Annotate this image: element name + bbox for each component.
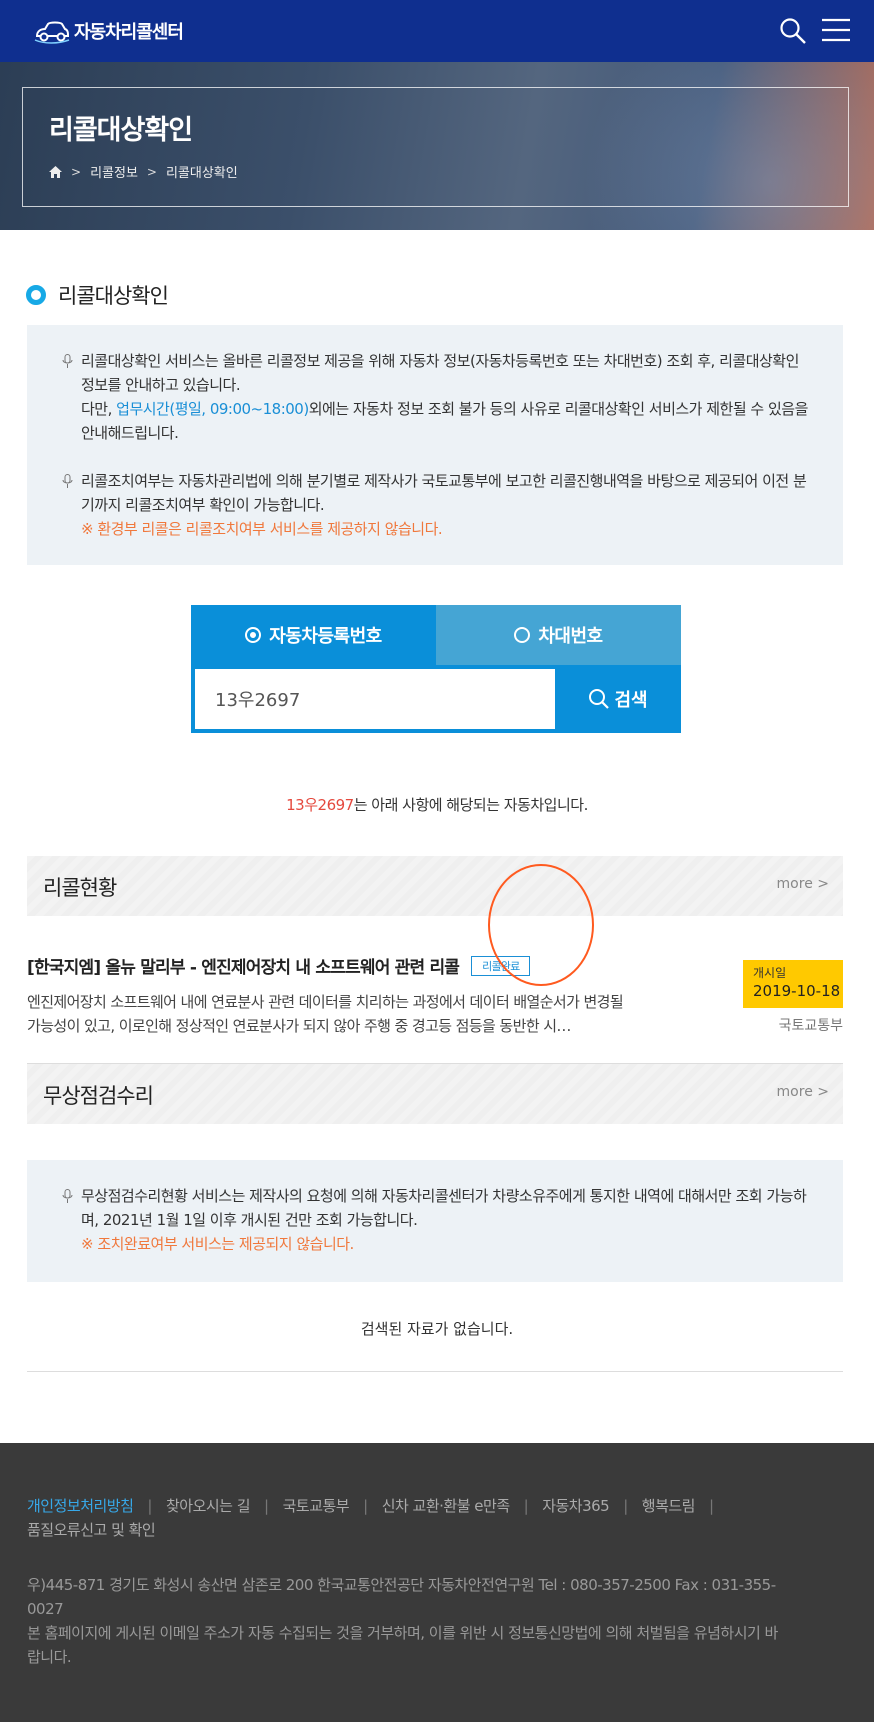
hero-banner: 리콜대상확인 > 리콜정보 > 리콜대상확인 xyxy=(0,62,874,230)
result-plate: 13우2697 xyxy=(286,796,354,814)
tab-vin[interactable]: 차대번호 xyxy=(436,605,681,665)
top-header: 자동차리콜센터 xyxy=(0,0,874,62)
footer-divider: | xyxy=(264,1497,269,1515)
info-text-3: 리콜조치여부는 자동차관리법에 의해 분기별로 제작사가 국토교통부에 보고한 … xyxy=(81,472,807,514)
info-notice: 리콜대상확인 서비스는 올바른 리콜정보 제공을 위해 자동차 정보(자동차등록… xyxy=(27,325,843,565)
date-label: 개시일 xyxy=(753,966,787,980)
footer-email-notice: 본 홈페이지에 게시된 이메일 주소가 자동 수집되는 것을 거부하며, 이를 … xyxy=(27,1624,778,1666)
hero-box: 리콜대상확인 > 리콜정보 > 리콜대상확인 xyxy=(22,87,849,207)
annotation-circle xyxy=(488,864,594,986)
breadcrumb-item-current[interactable]: 리콜대상확인 xyxy=(166,162,238,181)
breadcrumb-item-recall-info[interactable]: 리콜정보 xyxy=(90,162,138,181)
footer-divider: | xyxy=(363,1497,368,1515)
chevron-right-icon: > xyxy=(146,164,157,179)
free-inspection-title: 무상점검수리 xyxy=(43,1084,154,1108)
footer-address-text: 우)445-871 경기도 화성시 송산면 삼존로 200 한국교통안전공단 자… xyxy=(27,1576,776,1618)
free-inspection-bar: 무상점검수리 more > xyxy=(27,1064,843,1124)
empty-message: 검색된 자료가 없습니다. xyxy=(360,1320,514,1338)
footer-link-molit[interactable]: 국토교통부 xyxy=(283,1497,350,1515)
footer-link-directions[interactable]: 찾아오시는 길 xyxy=(166,1497,251,1515)
recall-item-desc: 엔진제어장치 소프트웨어 내에 연료분사 관련 데이터를 치리하는 과정에서 데… xyxy=(27,993,624,1035)
microphone-icon xyxy=(62,354,73,368)
hamburger-menu-icon[interactable] xyxy=(822,18,850,42)
footer-link-new-car-refund[interactable]: 신차 교환·환불 e만족 xyxy=(382,1497,510,1515)
chevron-right-icon: > xyxy=(817,1084,829,1100)
footer-link-privacy[interactable]: 개인정보처리방침 xyxy=(27,1497,134,1515)
footer-link-quality-report[interactable]: 품질오류신고 및 확인 xyxy=(27,1521,156,1539)
info-text-2: 다만, 업무시간(평일, 09:00~18:00)외에는 자동차 정보 조회 불… xyxy=(81,400,808,442)
tab-registration-number[interactable]: 자동차등록번호 xyxy=(191,605,436,665)
radio-unselected-icon[interactable] xyxy=(514,627,531,643)
car-logo-icon xyxy=(34,21,70,44)
info-warning: ※ 환경부 리콜은 리콜조치여부 서비스를 제공하지 않습니다. xyxy=(81,520,443,538)
date-value: 2019-10-18 xyxy=(753,982,841,1000)
microphone-icon xyxy=(62,1189,73,1203)
footer-link-car365[interactable]: 자동차365 xyxy=(542,1497,610,1515)
search-button[interactable]: 검색 xyxy=(555,665,681,733)
breadcrumb: > 리콜정보 > 리콜대상확인 xyxy=(49,162,238,181)
free-inspection-warning: ※ 조치완료여부 서비스는 제공되지 않습니다. xyxy=(81,1235,354,1253)
footer-address: 우)445-871 경기도 화성시 송산면 삼존로 200 한국교통안전공단 자… xyxy=(27,1573,787,1669)
footer-divider: | xyxy=(523,1497,529,1515)
free-inspection-notice: 무상점검수리현황 서비스는 제작사의 요청에 의해 자동차리콜센터가 차량소유주… xyxy=(27,1160,843,1282)
footer-link-happy-dream[interactable]: 행복드림 xyxy=(642,1497,696,1515)
recall-list-item[interactable]: [한국지엠] 올뉴 말리부 - 엔진제어장치 내 소프트웨어 관련 리콜 리콜완… xyxy=(27,950,843,1064)
search-icon xyxy=(589,689,610,709)
recall-more-link[interactable]: more > xyxy=(777,876,829,892)
radio-selected-icon[interactable] xyxy=(245,627,262,643)
result-message: 13우2697는 아래 사항에 해당되는 자동차입니다. xyxy=(286,796,588,814)
plate-number-input[interactable] xyxy=(195,669,555,729)
free-inspection-text: 무상점검수리현황 서비스는 제작사의 요청에 의해 자동차리콜센터가 차량소유주… xyxy=(81,1187,807,1229)
recall-status-title: 리콜현황 xyxy=(43,876,117,900)
microphone-icon xyxy=(62,474,73,488)
info-paragraph-1: 리콜대상확인 서비스는 올바른 리콜정보 제공을 위해 자동차 정보(자동차등록… xyxy=(62,349,813,445)
section-title: 리콜대상확인 xyxy=(26,280,169,310)
free-inspection-more-link[interactable]: more > xyxy=(777,1084,829,1100)
section-title-text: 리콜대상확인 xyxy=(58,284,169,308)
footer-divider: | xyxy=(708,1497,714,1515)
divider xyxy=(27,1371,843,1372)
info-text-1: 리콜대상확인 서비스는 올바른 리콜정보 제공을 위해 자동차 정보(자동차등록… xyxy=(81,352,799,394)
info-paragraph-2: 리콜조치여부는 자동차관리법에 의해 분기별로 제작사가 국토교통부에 보고한 … xyxy=(62,469,813,541)
agency-label: 국토교통부 xyxy=(778,1018,843,1034)
recall-item-title[interactable]: [한국지엠] 올뉴 말리부 - 엔진제어장치 내 소프트웨어 관련 리콜 리콜완… xyxy=(27,953,531,978)
footer-divider: | xyxy=(147,1497,152,1515)
search-tabs: 자동차등록번호 차대번호 xyxy=(191,605,681,665)
circle-bullet-icon xyxy=(26,285,46,305)
logo-text: 자동차리콜센터 xyxy=(74,22,184,43)
page-title: 리콜대상확인 xyxy=(49,115,193,146)
search-icon[interactable] xyxy=(779,17,807,45)
footer: 개인정보처리방침 | 찾아오시는 길 | 국토교통부 | 신차 교환·환불 e만족 | 자동차3… xyxy=(0,1443,874,1722)
business-hours: 업무시간(평일, 09:00~18:00) xyxy=(116,400,309,418)
free-inspection-paragraph: 무상점검수리현황 서비스는 제작사의 요청에 의해 자동차리콜센터가 차량소유주… xyxy=(62,1184,813,1256)
logo[interactable]: 자동차리콜센터 xyxy=(34,16,184,46)
footer-links: 개인정보처리방침 | 찾아오시는 길 | 국토교통부 | 신차 교환·환불 e만족 | 자동차3… xyxy=(27,1494,827,1542)
search-row: 검색 xyxy=(191,665,681,733)
home-icon[interactable] xyxy=(49,165,62,178)
chevron-right-icon: > xyxy=(71,164,82,179)
chevron-right-icon: > xyxy=(817,876,829,892)
start-date-badge: 개시일 2019-10-18 xyxy=(743,960,843,1008)
recall-status-bar: 리콜현황 more > xyxy=(27,856,843,916)
footer-divider: | xyxy=(623,1497,628,1515)
